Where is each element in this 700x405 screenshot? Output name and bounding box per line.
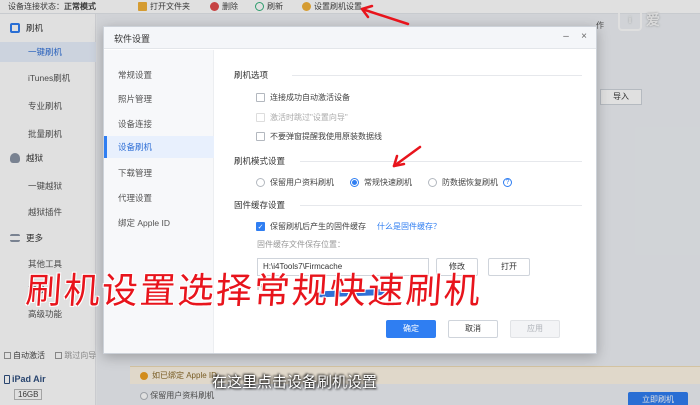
arrow-to-flash-settings: [360, 4, 410, 26]
arrow-to-fast-mode: [392, 145, 422, 168]
annotation-arrows: [360, 4, 422, 168]
video-subtitle: 在这里点击设备刷机设置: [212, 373, 378, 391]
tutorial-caption: 刷机设置选择常规快速刷机: [24, 271, 484, 312]
